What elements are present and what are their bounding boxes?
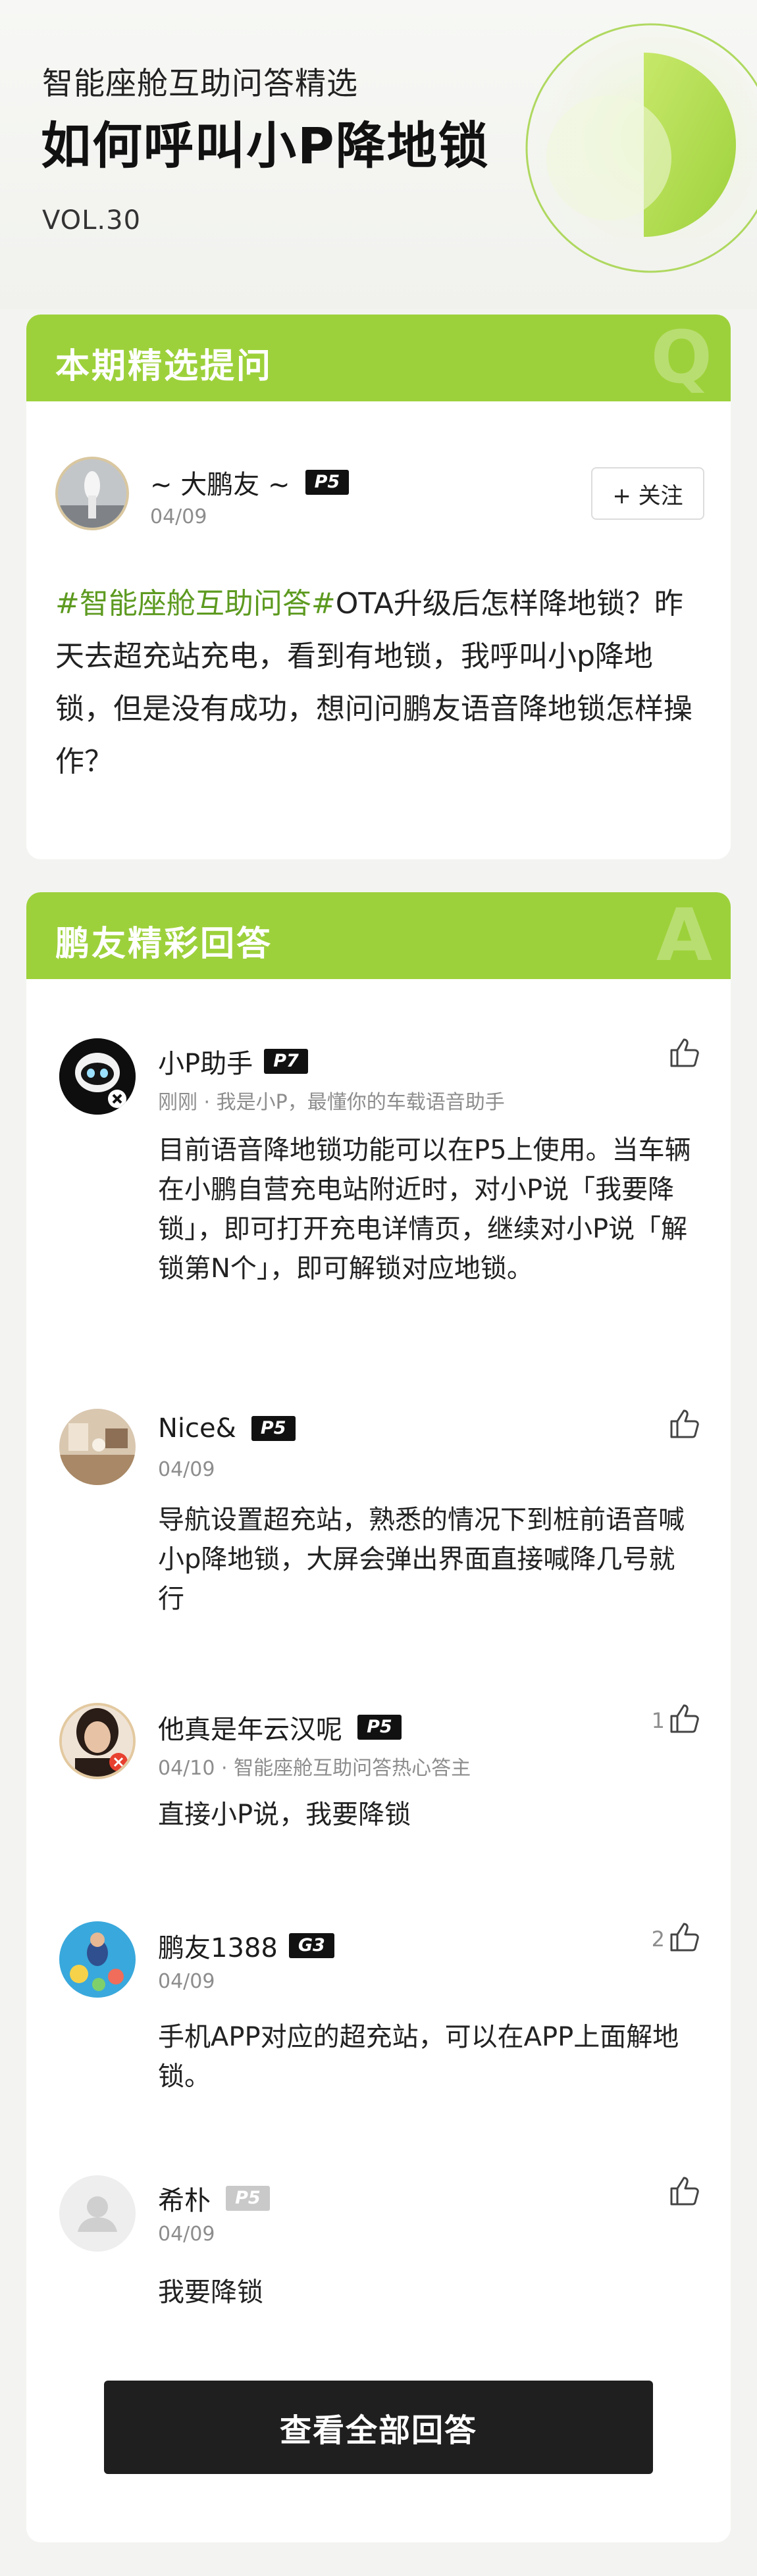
page-header: 智能座舱互助问答精选 如何呼叫小P降地锁 VOL.30 [0, 0, 757, 309]
answer-card-header: 鹏友精彩回答 A [26, 892, 731, 979]
answer-level-badge: G3 [288, 1933, 334, 1958]
topic-link[interactable]: #智能座舱互助问答# [55, 587, 336, 620]
question-text: #智能座舱互助问答#OTA升级后怎样降地锁？昨天去超充站充电，看到有地锁，我呼叫… [55, 578, 704, 788]
answer-text: 我要降锁 [158, 2277, 263, 2308]
answer-card: 鹏友精彩回答 A 小P助手 P7 刚刚 · 我是小P，最懂你的车载语音助手 目前… [26, 892, 731, 2542]
pool-photo-icon [59, 1921, 136, 1998]
answer-name-row: 鹏友1388 G3 [158, 1927, 334, 1965]
follow-button[interactable]: + 关注 [591, 467, 704, 520]
answer-meta: 04/09 [158, 1970, 215, 1993]
asker-name[interactable]: ~ 大鹏友 ~ [150, 470, 290, 500]
answer-meta: 刚刚 · 我是小P，最懂你的车载语音助手 [158, 1091, 505, 1114]
header-decoration [520, 23, 757, 276]
default-person-avatar[interactable] [59, 2175, 136, 2252]
answer-meta: 04/10 · 智能座舱互助问答热心答主 [158, 1757, 471, 1780]
answer-card-heading: 鹏友精彩回答 [55, 924, 273, 964]
pool-photo-avatar[interactable] [59, 1921, 136, 1998]
question-card: 本期精选提问 Q ~ 大鹏友 ~ P5 04/09 + 关注 #智能座舱互助问答… [26, 315, 731, 859]
asker-level-badge: P5 [305, 470, 350, 495]
answer-name-row: 小P助手 P7 [158, 1042, 308, 1080]
question-card-heading: 本期精选提问 [55, 347, 273, 386]
thumbs-up-icon[interactable] [667, 1920, 702, 1954]
room-photo-avatar[interactable] [59, 1409, 136, 1485]
answer-user-name[interactable]: 小P助手 [158, 1049, 253, 1079]
asker-avatar[interactable] [55, 457, 129, 530]
question-date: 04/09 [150, 505, 207, 528]
woman-photo-avatar[interactable] [59, 1703, 136, 1779]
thumbs-up-icon[interactable] [667, 1702, 702, 1736]
person-icon [78, 2196, 117, 2232]
robot-icon [59, 1038, 136, 1115]
question-card-header: 本期精选提问 Q [26, 315, 731, 401]
answer-user-name[interactable]: 鹏友1388 [158, 1933, 278, 1963]
volume-number: VOL.30 [42, 205, 142, 236]
a-letter-icon: A [656, 893, 712, 977]
robot-avatar[interactable] [59, 1038, 136, 1115]
asker-name-row: ~ 大鹏友 ~ P5 [150, 463, 350, 501]
thumbs-up-icon[interactable] [667, 2174, 702, 2208]
answer-name-row: Nice& P5 [158, 1413, 296, 1444]
page-title: 如何呼叫小P降地锁 [41, 116, 490, 175]
answer-user-name[interactable]: 他真是年云汉呢 [158, 1715, 342, 1745]
thumbs-up-icon[interactable] [667, 1036, 702, 1070]
tower-photo-icon [58, 459, 126, 528]
answer-level-badge: P7 [264, 1049, 308, 1074]
thumbs-up-icon[interactable] [667, 1407, 702, 1441]
answer-text: 直接小P说，我要降锁 [158, 1800, 411, 1830]
answer-name-row: 他真是年云汉呢 P5 [158, 1708, 402, 1746]
header-subtitle: 智能座舱互助问答精选 [42, 66, 358, 102]
room-photo-icon [59, 1409, 136, 1485]
answer-level-badge: P5 [251, 1416, 296, 1441]
woman-photo-icon [62, 1705, 133, 1777]
answer-text: 目前语音降地锁功能可以在P5上使用。当车辆在小鹏自营充电站附近时，对小P说「我要… [158, 1135, 691, 1284]
view-all-answers-button[interactable]: 查看全部回答 [104, 2381, 653, 2474]
answer-text: 导航设置超充站，熟悉的情况下到桩前语音喊小p降地锁，大屏会弹出界面直接喊降几号就… [158, 1505, 685, 1614]
answer-text: 手机APP对应的超充站，可以在APP上面解地锁。 [158, 2022, 679, 2092]
answer-level-badge: P5 [226, 2186, 270, 2211]
answer-meta: 04/09 [158, 2223, 215, 2246]
answer-user-name[interactable]: Nice& [158, 1413, 236, 1444]
answer-level-badge: P5 [357, 1715, 402, 1740]
answer-user-name[interactable]: 希朴 [158, 2186, 211, 2216]
answer-meta: 04/09 [158, 1458, 215, 1481]
like-count: 2 [651, 1927, 665, 1952]
like-count: 1 [651, 1708, 665, 1733]
answer-name-row: 希朴 P5 [158, 2179, 270, 2217]
q-letter-icon: Q [650, 315, 712, 399]
